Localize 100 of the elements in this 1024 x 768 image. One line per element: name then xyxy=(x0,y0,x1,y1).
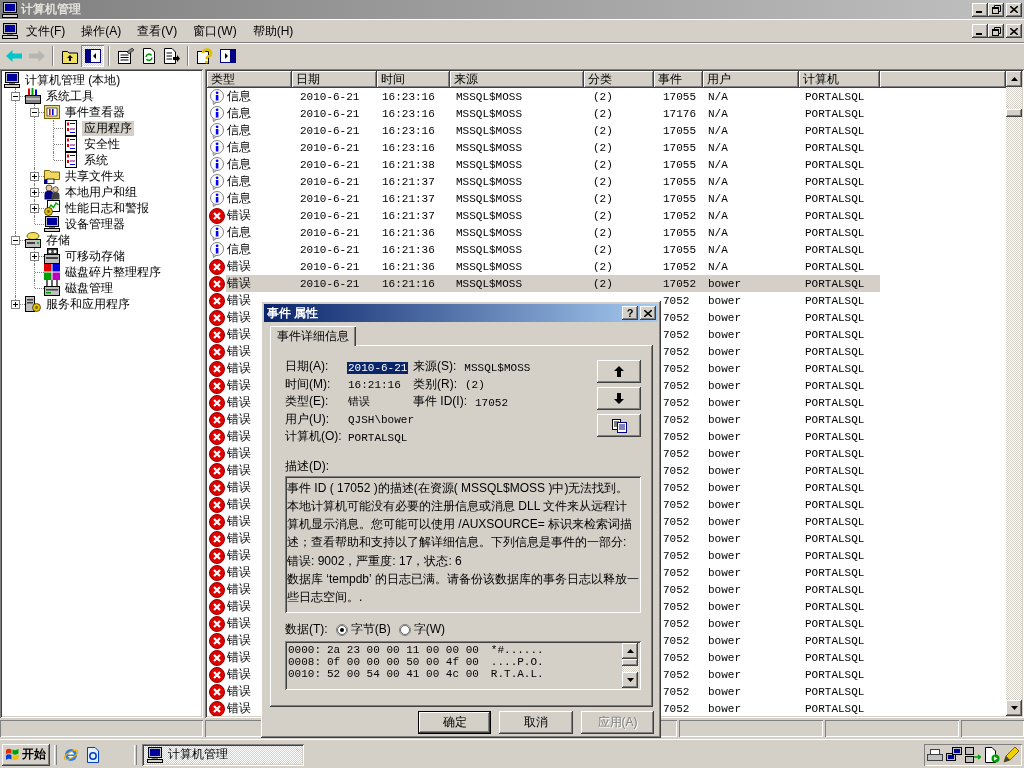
table-cell: bower xyxy=(708,600,741,613)
list-row[interactable]: 错误 2010-6-21 16:21:16 MSSQL$MOSS (2) 17052 bower PORTALSQL xyxy=(226,275,880,292)
tree-item[interactable]: 系统 xyxy=(82,152,110,168)
next-button[interactable] xyxy=(597,387,641,410)
dialog-button[interactable]: 取消 xyxy=(499,711,573,734)
scroll-thumb[interactable] xyxy=(622,658,638,666)
description-field[interactable]: 事件 ID ( 17052 )的描述(在资源( MSSQL$MOSS )中)无法找到。本地计算机可能没有必要的注册信息或消息 DLL 文件来从远程计算机显示消息。您可能可以使用 /AUXSOURCE= 标识来检索词描述；查看帮助和支持以了解详细信息。下列信息是事件的一部分: 错误: 9002，严重度: 17，状态: 6 数据库 ‘tempdb’ 的日志已满。请备份该数据库的事务日志以释放一些日志空间。. xyxy=(285,475,641,613)
column-header[interactable]: 用户 xyxy=(703,71,799,88)
close-icon xyxy=(644,309,652,317)
restore-button[interactable] xyxy=(988,24,1004,38)
table-cell: PORTALSQL xyxy=(805,566,865,579)
tree-item[interactable]: 性能日志和警报 xyxy=(63,200,151,216)
close-button[interactable] xyxy=(1006,24,1022,38)
restore-button[interactable] xyxy=(988,2,1004,17)
list-row[interactable]: 信息 2010-6-21 16:23:16 MSSQL$MOSS (2) 17055 N/A PORTALSQL xyxy=(226,139,880,156)
network-icon[interactable] xyxy=(946,746,962,763)
table-cell: PORTALSQL xyxy=(805,532,865,545)
expand-icon[interactable] xyxy=(30,187,39,197)
taskbar-button[interactable]: 计算机管理 xyxy=(142,743,304,766)
tree-item[interactable]: 应用程序 xyxy=(82,120,134,136)
scroll-thumb[interactable] xyxy=(1006,109,1022,117)
previous-button[interactable] xyxy=(597,360,641,383)
tree-item[interactable]: 磁盘碎片整理程序 xyxy=(63,264,163,280)
column-header[interactable]: 事件 xyxy=(654,71,703,88)
column-header[interactable]: 时间 xyxy=(377,71,450,88)
restore-icon xyxy=(991,26,1001,36)
tree-item[interactable]: 磁盘管理 xyxy=(63,280,115,296)
arrow-down-icon xyxy=(614,393,624,404)
expand-icon[interactable] xyxy=(11,299,20,309)
table-cell: PORTALSQL xyxy=(805,668,865,681)
scroll-down-button[interactable] xyxy=(1006,700,1022,716)
table-cell: PORTALSQL xyxy=(805,328,865,341)
tree-item[interactable]: 事件查看器 xyxy=(63,104,127,120)
help-button[interactable]: ? xyxy=(622,306,638,320)
tree-item[interactable]: 安全性 xyxy=(82,136,122,152)
tree-item[interactable]: 计算机管理 (本地) xyxy=(23,72,123,88)
list-row[interactable]: 信息 2010-6-21 16:21:37 MSSQL$MOSS (2) 17055 N/A PORTALSQL xyxy=(226,190,880,207)
menu-item[interactable]: 窗口(W) xyxy=(185,20,245,42)
tab[interactable]: 事件详细信息 xyxy=(270,326,356,346)
dialog-button[interactable]: 确定 xyxy=(418,711,491,734)
start-button[interactable]: 开始 xyxy=(2,743,50,766)
radio-option[interactable]: 字节(B) xyxy=(335,621,391,638)
list-row[interactable]: 错误 2010-6-21 16:21:36 MSSQL$MOSS (2) 17052 N/A PORTALSQL xyxy=(226,258,880,275)
table-cell: PORTALSQL xyxy=(805,379,865,392)
column-header[interactable]: 类型 xyxy=(207,71,292,88)
close-button[interactable] xyxy=(1006,2,1022,17)
list-row[interactable]: 信息 2010-6-21 16:23:16 MSSQL$MOSS (2) 17055 N/A PORTALSQL xyxy=(226,122,880,139)
tree-item[interactable]: 设备管理器 xyxy=(63,216,127,232)
radio-option[interactable]: 字(W) xyxy=(398,621,445,638)
browser-icon[interactable] xyxy=(63,746,79,763)
close-button[interactable] xyxy=(640,306,656,320)
menu-item[interactable]: 文件(F) xyxy=(18,20,74,42)
console-tree-button[interactable] xyxy=(81,45,104,67)
scroll-up-button[interactable] xyxy=(1006,71,1022,87)
table-cell: 17055 xyxy=(663,226,696,239)
page-icon[interactable] xyxy=(85,746,101,763)
list-row[interactable]: 错误 2010-6-21 16:21:37 MSSQL$MOSS (2) 17052 N/A PORTALSQL xyxy=(226,207,880,224)
list-row[interactable]: 信息 2010-6-21 16:21:38 MSSQL$MOSS (2) 17055 N/A PORTALSQL xyxy=(226,156,880,173)
table-cell: 17052 xyxy=(663,209,696,222)
table-cell: N/A xyxy=(708,124,728,137)
tree-item[interactable]: 服务和应用程序 xyxy=(44,296,132,312)
collapse-icon[interactable] xyxy=(30,107,39,117)
scroll-up-button[interactable] xyxy=(622,642,638,659)
menu-item[interactable]: 操作(A) xyxy=(73,20,130,42)
column-header[interactable]: 分类 xyxy=(584,71,654,88)
menu-item[interactable]: 查看(V) xyxy=(129,20,186,42)
list-row[interactable]: 信息 2010-6-21 16:21:36 MSSQL$MOSS (2) 17055 N/A PORTALSQL xyxy=(226,241,880,258)
minimize-button[interactable] xyxy=(972,24,988,38)
pencil-icon[interactable] xyxy=(1003,746,1019,763)
table-cell: 2010-6-21 xyxy=(300,226,360,239)
expand-icon[interactable] xyxy=(30,203,39,213)
tree-item[interactable]: 共享文件夹 xyxy=(63,168,127,184)
tree-item[interactable]: 存储 xyxy=(44,232,72,248)
error-icon xyxy=(209,292,225,309)
collapse-icon[interactable] xyxy=(11,91,20,101)
tree-item[interactable]: 可移动存储 xyxy=(63,248,127,264)
column-header[interactable]: 日期 xyxy=(292,71,377,88)
column-header[interactable]: 计算机 xyxy=(799,71,880,88)
tree-item[interactable]: 系统工具 xyxy=(44,88,96,104)
list-row[interactable]: 信息 2010-6-21 16:21:37 MSSQL$MOSS (2) 17055 N/A PORTALSQL xyxy=(226,173,880,190)
printer-icon[interactable] xyxy=(927,746,943,763)
expand-icon[interactable] xyxy=(30,251,39,261)
list-row[interactable]: 信息 2010-6-21 16:23:16 MSSQL$MOSS (2) 17055 N/A PORTALSQL xyxy=(226,88,880,105)
list-row[interactable]: 信息 2010-6-21 16:23:16 MSSQL$MOSS (2) 17176 N/A PORTALSQL xyxy=(226,105,880,122)
properties-icon xyxy=(117,48,134,64)
column-header[interactable]: 来源 xyxy=(450,71,584,88)
expand-icon[interactable] xyxy=(30,171,39,181)
table-cell: 7052 xyxy=(663,413,690,426)
table-cell: 错误 xyxy=(227,445,251,462)
data-field[interactable]: 0000: 2a 23 00 00 11 00 00 00 *#...... 0008: 0f 00 00 00 50 00 4f 00 ....P.O. 0010: 52 00 54 00 41 00 4c 00 R.T.A.L. xyxy=(285,640,641,690)
tree-item[interactable]: 本地用户和组 xyxy=(63,184,139,200)
list-row[interactable]: 信息 2010-6-21 16:21:36 MSSQL$MOSS (2) 17055 N/A PORTALSQL xyxy=(226,224,880,241)
computers-icon[interactable] xyxy=(965,746,981,763)
minimize-button[interactable] xyxy=(972,2,988,17)
copy-button[interactable] xyxy=(597,414,641,437)
table-cell: MSSQL$MOSS xyxy=(456,209,522,222)
menu-item[interactable]: 帮助(H) xyxy=(244,20,302,42)
document-icon[interactable] xyxy=(984,746,1000,763)
collapse-icon[interactable] xyxy=(11,235,20,245)
column-header[interactable] xyxy=(880,71,1006,88)
